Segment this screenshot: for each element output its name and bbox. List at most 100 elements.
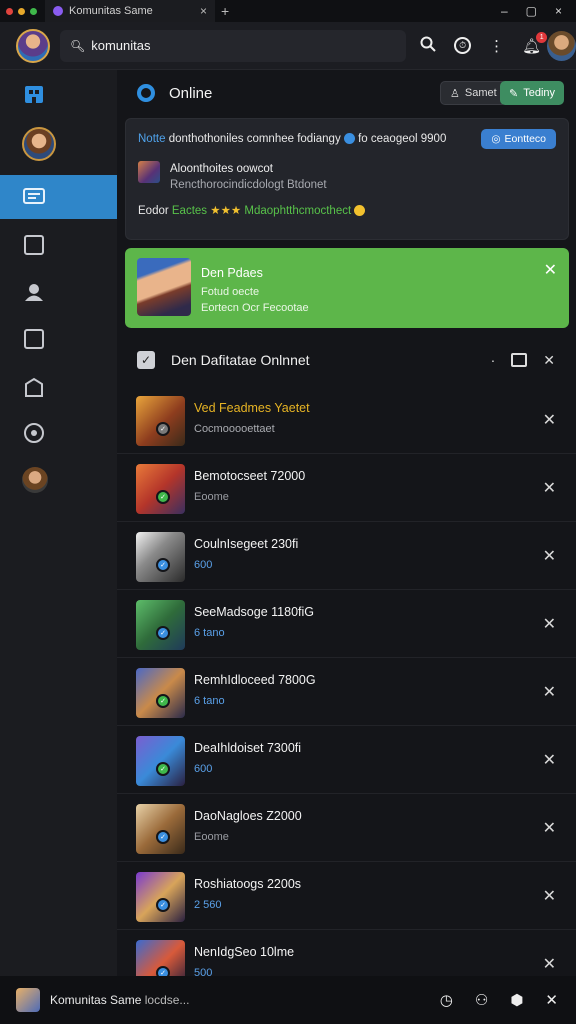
item-subtitle: Cocmooooettaet bbox=[194, 423, 275, 435]
list-item[interactable]: ✓ NenIdgSeo 10lme 500 ✕ bbox=[117, 930, 576, 976]
status-icon[interactable]: ⬢ bbox=[510, 991, 523, 1009]
item-close-icon[interactable]: ✕ bbox=[543, 614, 556, 634]
traffic-lights bbox=[6, 7, 37, 15]
dot-icon[interactable]: · bbox=[491, 352, 496, 368]
status-dot-icon: ✓ bbox=[156, 694, 170, 708]
item-close-icon[interactable]: ✕ bbox=[543, 478, 556, 498]
item-close-icon[interactable]: ✕ bbox=[543, 954, 556, 974]
highlight-card[interactable]: Den Pdaes Fotud oecte Eortecn Ocr Fecoot… bbox=[125, 248, 569, 328]
info-dot-icon bbox=[343, 133, 355, 145]
list-item[interactable]: ✓ CoulnIsegeet 230fi 600 ✕ bbox=[117, 522, 576, 590]
edit-pencil-icon: ✎ bbox=[509, 87, 519, 100]
window-titlebar: Komunitas Same × + – ▢ × bbox=[0, 0, 576, 22]
item-subtitle: 6 tano bbox=[194, 695, 225, 707]
list-item[interactable]: ✓ Ved Feadmes Yaetet Cocmooooettaet ✕ bbox=[117, 386, 576, 454]
clock-icon[interactable]: ◷ bbox=[440, 991, 453, 1009]
sidebar-item-avatar[interactable] bbox=[0, 458, 117, 502]
sidebar-item-document[interactable] bbox=[0, 317, 117, 361]
item-close-icon[interactable]: ✕ bbox=[543, 546, 556, 566]
window-icon[interactable] bbox=[511, 353, 528, 367]
game-thumbnail bbox=[136, 804, 185, 854]
sidebar-item-share[interactable] bbox=[0, 365, 117, 409]
item-title: DaoNagloes Z2000 bbox=[194, 809, 302, 823]
top-bar: 🔍︎ komunitas ⏱ ⋮ 🔔︎ 1 bbox=[0, 22, 576, 70]
sidebar-item-user[interactable] bbox=[0, 270, 117, 314]
highlight-close-icon[interactable]: ✕ bbox=[544, 260, 557, 280]
document-icon bbox=[22, 327, 46, 351]
stars-rating: ★★★ bbox=[210, 205, 242, 217]
online-search-icon bbox=[137, 84, 155, 102]
more-vertical-icon[interactable]: ⋮ bbox=[489, 37, 504, 55]
list-item[interactable]: ✓ Roshiatoogs 2200s 2 560 ✕ bbox=[117, 862, 576, 930]
info-line-2-title: Aloonthoites oowcot bbox=[170, 163, 273, 175]
game-thumbnail bbox=[136, 396, 185, 446]
samet-button[interactable]: ♙ Samet bbox=[440, 81, 507, 105]
sidebar-item-edit[interactable] bbox=[0, 223, 117, 267]
list-item[interactable]: ✓ DeaIhldoiset 7300fi 600 ✕ bbox=[117, 726, 576, 794]
list-item[interactable]: ✓ Bemotocseet 72000 Eoome ✕ bbox=[117, 454, 576, 522]
bell-icon[interactable]: 🔔︎ 1 bbox=[522, 31, 548, 55]
game-thumbnail bbox=[136, 532, 185, 582]
clock-icon[interactable]: ⏱ bbox=[454, 37, 472, 54]
item-subtitle: 600 bbox=[194, 559, 213, 571]
item-close-icon[interactable]: ✕ bbox=[543, 886, 556, 906]
item-close-icon[interactable]: ✕ bbox=[543, 750, 556, 770]
list-item[interactable]: ✓ DaoNagloes Z2000 Eoome ✕ bbox=[117, 794, 576, 862]
profile-avatar-right[interactable] bbox=[547, 30, 576, 61]
user-icon bbox=[22, 280, 46, 304]
window-close-icon[interactable]: × bbox=[555, 4, 562, 18]
search-value: komunitas bbox=[91, 38, 151, 53]
select-all-checkbox[interactable]: ✓ bbox=[137, 351, 155, 369]
game-thumbnail bbox=[136, 464, 185, 514]
item-close-icon[interactable]: ✕ bbox=[543, 410, 556, 430]
user-avatar[interactable] bbox=[16, 28, 50, 63]
minimize-dot[interactable] bbox=[18, 7, 25, 15]
sidebar-item-settings[interactable] bbox=[0, 411, 117, 455]
status-dot-icon: ✓ bbox=[156, 558, 170, 572]
list-item[interactable]: ✓ RemhIdloceed 7800G 6 tano ✕ bbox=[117, 658, 576, 726]
profile-avatar bbox=[22, 127, 56, 161]
game-thumbnail bbox=[136, 600, 185, 650]
maximize-dot[interactable] bbox=[30, 7, 37, 15]
tab-favicon bbox=[53, 6, 63, 16]
list-title: Den Dafitatae Onlnnet bbox=[171, 352, 310, 368]
search-icon[interactable] bbox=[420, 36, 436, 56]
contact-button[interactable]: ◎ Eontteco bbox=[481, 129, 556, 149]
browser-tab[interactable]: Komunitas Same × bbox=[45, 0, 215, 22]
info-line-2-sub: Rencthorocindicdologt Btdonet bbox=[170, 179, 327, 191]
settings-icon bbox=[22, 421, 46, 445]
sidebar-item-chat[interactable] bbox=[0, 175, 117, 219]
new-tab-icon[interactable]: + bbox=[221, 3, 229, 19]
close-icon[interactable]: ✕ bbox=[545, 991, 558, 1009]
list-close-icon[interactable]: ✕ bbox=[543, 352, 555, 369]
mini-thumbnail bbox=[138, 161, 160, 183]
sidebar bbox=[0, 70, 117, 976]
share-icon bbox=[22, 375, 46, 399]
item-subtitle: Eoome bbox=[194, 831, 229, 843]
window-minimize-icon[interactable]: – bbox=[501, 4, 508, 18]
item-close-icon[interactable]: ✕ bbox=[543, 682, 556, 702]
status-dot-icon: ✓ bbox=[156, 490, 170, 504]
sidebar-item-profile[interactable] bbox=[0, 122, 117, 166]
tediny-button[interactable]: ✎ Tediny bbox=[500, 81, 565, 105]
page-title: Online bbox=[169, 84, 213, 102]
item-title: CoulnIsegeet 230fi bbox=[194, 537, 299, 551]
edit-icon bbox=[22, 233, 46, 257]
tab-close-icon[interactable]: × bbox=[200, 4, 207, 18]
item-close-icon[interactable]: ✕ bbox=[543, 818, 556, 838]
item-subtitle: 500 bbox=[194, 967, 213, 976]
status-dot-icon: ✓ bbox=[156, 422, 170, 436]
button-circle-icon: ◎ bbox=[491, 133, 501, 145]
sidebar-item-home[interactable] bbox=[0, 72, 117, 116]
window-maximize-icon[interactable]: ▢ bbox=[526, 4, 537, 18]
list-item[interactable]: ✓ SeeMadsoge 1180fiG 6 tano ✕ bbox=[117, 590, 576, 658]
people-icon[interactable]: ⚇ bbox=[475, 991, 488, 1009]
search-input[interactable]: 🔍︎ komunitas bbox=[60, 29, 407, 62]
tab-title: Komunitas Same bbox=[69, 5, 153, 17]
game-thumbnail bbox=[136, 668, 185, 718]
info-line-1: Notte donthothoniles comnhee fodiangy fo… bbox=[138, 133, 447, 145]
list-header: ✓ Den Dafitatae Onlnnet · ✕ bbox=[125, 340, 569, 380]
close-dot[interactable] bbox=[6, 7, 13, 15]
notification-badge: 1 bbox=[536, 31, 548, 43]
highlight-line2: Fotud oecte bbox=[201, 286, 260, 298]
